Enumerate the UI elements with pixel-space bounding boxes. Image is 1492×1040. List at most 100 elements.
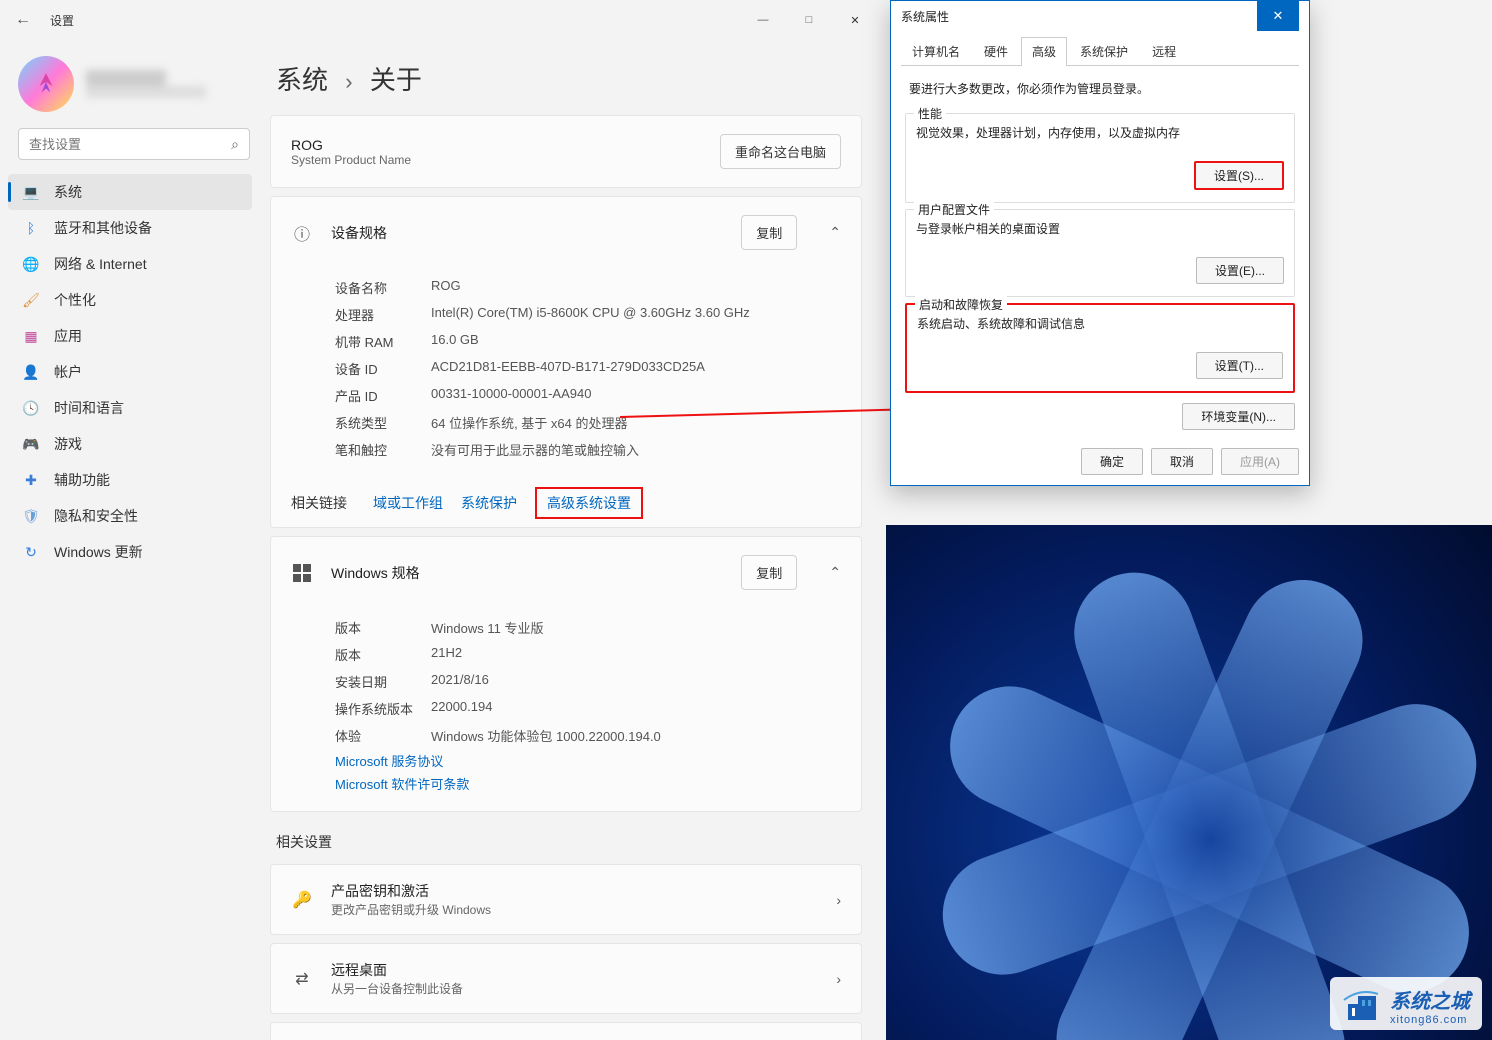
related-setting-0[interactable]: 🔑产品密钥和激活更改产品密钥或升级 Windows› [270, 864, 862, 935]
related-setting-1[interactable]: ⇄远程桌面从另一台设备控制此设备› [270, 943, 862, 1014]
sidebar: ⌕ 💻系统ᛒ蓝牙和其他设备🌐网络 & Internet 🖌 个性化 ▦应用 👤 帐户 🕓时间… [0, 40, 260, 1040]
sidebar-item-9[interactable]: 🛡隐私和安全性 [8, 498, 252, 534]
related-links-row: 相关链接 域或工作组系统保护高级系统设置 [271, 479, 861, 527]
nav-icon: ▦ [22, 327, 40, 345]
userprofile-desc: 与登录帐户相关的桌面设置 [916, 220, 1284, 237]
tab-row: 计算机名硬件高级系统保护远程 [901, 37, 1299, 66]
breadcrumb: 系统 › 关于 [270, 60, 862, 97]
sidebar-item-3[interactable]: 🖌 个性化 [8, 282, 252, 318]
rename-button[interactable]: 重命名这台电脑 [720, 134, 841, 169]
admin-note: 要进行大多数更改，你必须作为管理员登录。 [901, 66, 1299, 107]
windows-specs-card: Windows 规格 复制 ⌃ 版本Windows 11 专业版版本21H2安装… [270, 536, 862, 812]
back-button[interactable]: ← [8, 5, 38, 35]
rename-card: ROG System Product Name 重命名这台电脑 [270, 115, 862, 188]
dialog-titlebar: 系统属性 ✕ [891, 1, 1309, 31]
spec-row: 版本Windows 11 专业版 [335, 614, 841, 641]
chevron-up-icon[interactable]: ⌃ [829, 564, 841, 581]
chevron-right-icon: › [345, 69, 352, 94]
service-link[interactable]: Microsoft 软件许可条款 [335, 772, 841, 795]
avatar [18, 56, 74, 112]
related-link-0[interactable]: 域或工作组 [373, 495, 443, 511]
sidebar-item-4[interactable]: ▦应用 [8, 318, 252, 354]
nav-label: 帐户 [54, 362, 82, 382]
search-input[interactable]: ⌕ [18, 128, 250, 160]
userprofile-legend: 用户配置文件 [914, 201, 994, 218]
nav-icon: ᛒ [22, 219, 40, 237]
dialog-close-button[interactable]: ✕ [1257, 1, 1299, 31]
spec-row: 系统类型64 位操作系统, 基于 x64 的处理器 [335, 409, 841, 436]
ok-button[interactable]: 确定 [1081, 448, 1143, 475]
sidebar-item-8[interactable]: ✚辅助功能 [8, 462, 252, 498]
spec-row: 设备名称ROG [335, 274, 841, 301]
content-area: 系统 › 关于 ROG System Product Name 重命名这台电脑 … [260, 40, 886, 1040]
user-info-blurred [86, 70, 206, 98]
device-specs-header: 设备规格 [331, 223, 723, 243]
watermark-logo [1342, 986, 1382, 1026]
desktop-wallpaper: 系统之城 xitong86.com [886, 525, 1492, 1040]
related-settings-header: 相关设置 [276, 832, 862, 852]
apply-button[interactable]: 应用(A) [1221, 448, 1299, 475]
startup-group: 启动和故障恢复 系统启动、系统故障和调试信息 设置(T)... [905, 303, 1295, 393]
tab-系统保护[interactable]: 系统保护 [1069, 37, 1139, 65]
related-link-1[interactable]: 系统保护 [461, 495, 517, 511]
user-profile[interactable] [8, 48, 260, 120]
chevron-up-icon[interactable]: ⌃ [829, 224, 841, 241]
sidebar-item-10[interactable]: ↻Windows 更新 [8, 534, 252, 570]
sidebar-item-5[interactable]: 👤 帐户 [8, 354, 252, 390]
maximize-button[interactable]: □ [786, 4, 832, 36]
windows-icon [291, 562, 313, 584]
tab-高级[interactable]: 高级 [1021, 37, 1067, 66]
startup-settings-button[interactable]: 设置(T)... [1196, 352, 1283, 379]
dialog-title: 系统属性 [901, 8, 949, 25]
tab-硬件[interactable]: 硬件 [973, 37, 1019, 65]
copy-button[interactable]: 复制 [741, 555, 797, 590]
performance-desc: 视觉效果，处理器计划，内存使用，以及虚拟内存 [916, 124, 1284, 141]
performance-settings-button[interactable]: 设置(S)... [1194, 161, 1284, 190]
cancel-button[interactable]: 取消 [1151, 448, 1213, 475]
userprofile-settings-button[interactable]: 设置(E)... [1196, 257, 1284, 284]
spec-row: 处理器Intel(R) Core(TM) i5-8600K CPU @ 3.60… [335, 301, 841, 328]
product-name: System Product Name [291, 153, 411, 167]
nav-icon: 🎮 [22, 435, 40, 453]
tab-远程[interactable]: 远程 [1141, 37, 1187, 65]
performance-group: 性能 视觉效果，处理器计划，内存使用，以及虚拟内存 设置(S)... [905, 113, 1295, 203]
sidebar-item-1[interactable]: ᛒ蓝牙和其他设备 [8, 210, 252, 246]
action-icon: › [836, 971, 841, 987]
search-icon: ⌕ [231, 136, 239, 153]
settings-window: ← 设置 — □ ✕ ⌕ [0, 0, 886, 1040]
close-button[interactable]: ✕ [832, 4, 878, 36]
info-icon: ⓘ [291, 222, 313, 244]
minimize-button[interactable]: — [740, 4, 786, 36]
sidebar-item-6[interactable]: 🕓时间和语言 [8, 390, 252, 426]
nav-label: 个性化 [54, 290, 96, 310]
related-setting-2[interactable]: 🗔设备管理器打印机和其他驱动程序、硬件属性↗ [270, 1022, 862, 1040]
sidebar-item-0[interactable]: 💻系统 [8, 174, 252, 210]
nav-icon: 🕓 [22, 399, 40, 417]
system-properties-dialog: 系统属性 ✕ 计算机名硬件高级系统保护远程 要进行大多数更改，你必须作为管理员登… [890, 0, 1310, 486]
spec-row: 体验Windows 功能体验包 1000.22000.194.0 [335, 722, 841, 749]
list-icon: ⇄ [291, 968, 313, 990]
service-link[interactable]: Microsoft 服务协议 [335, 749, 841, 772]
spec-row: 设备 IDACD21D81-EEBB-407D-B171-279D033CD25… [335, 355, 841, 382]
device-specs-card: ⓘ 设备规格 复制 ⌃ 设备名称ROG处理器Intel(R) Core(TM) … [270, 196, 862, 528]
nav-icon: 🖌 [22, 291, 40, 309]
sidebar-item-7[interactable]: 🎮游戏 [8, 426, 252, 462]
windows-specs-header: Windows 规格 [331, 563, 723, 583]
list-title: 远程桌面 [331, 960, 804, 980]
breadcrumb-root[interactable]: 系统 [276, 65, 328, 95]
sidebar-item-2[interactable]: 🌐网络 & Internet [8, 246, 252, 282]
breadcrumb-current: 关于 [370, 65, 422, 95]
startup-desc: 系统启动、系统故障和调试信息 [917, 315, 1283, 332]
nav-icon: 🛡 [22, 507, 40, 525]
spec-row: 机带 RAM16.0 GB [335, 328, 841, 355]
related-link-2[interactable]: 高级系统设置 [535, 487, 643, 519]
performance-legend: 性能 [914, 105, 946, 122]
nav-icon: ↻ [22, 543, 40, 561]
watermark: 系统之城 xitong86.com [1330, 977, 1482, 1030]
env-vars-button[interactable]: 环境变量(N)... [1182, 403, 1295, 430]
tab-计算机名[interactable]: 计算机名 [901, 37, 971, 65]
spec-row: 产品 ID00331-10000-00001-AA940 [335, 382, 841, 409]
copy-button[interactable]: 复制 [741, 215, 797, 250]
spec-row: 安装日期2021/8/16 [335, 668, 841, 695]
nav-icon: 👤 [22, 363, 40, 381]
